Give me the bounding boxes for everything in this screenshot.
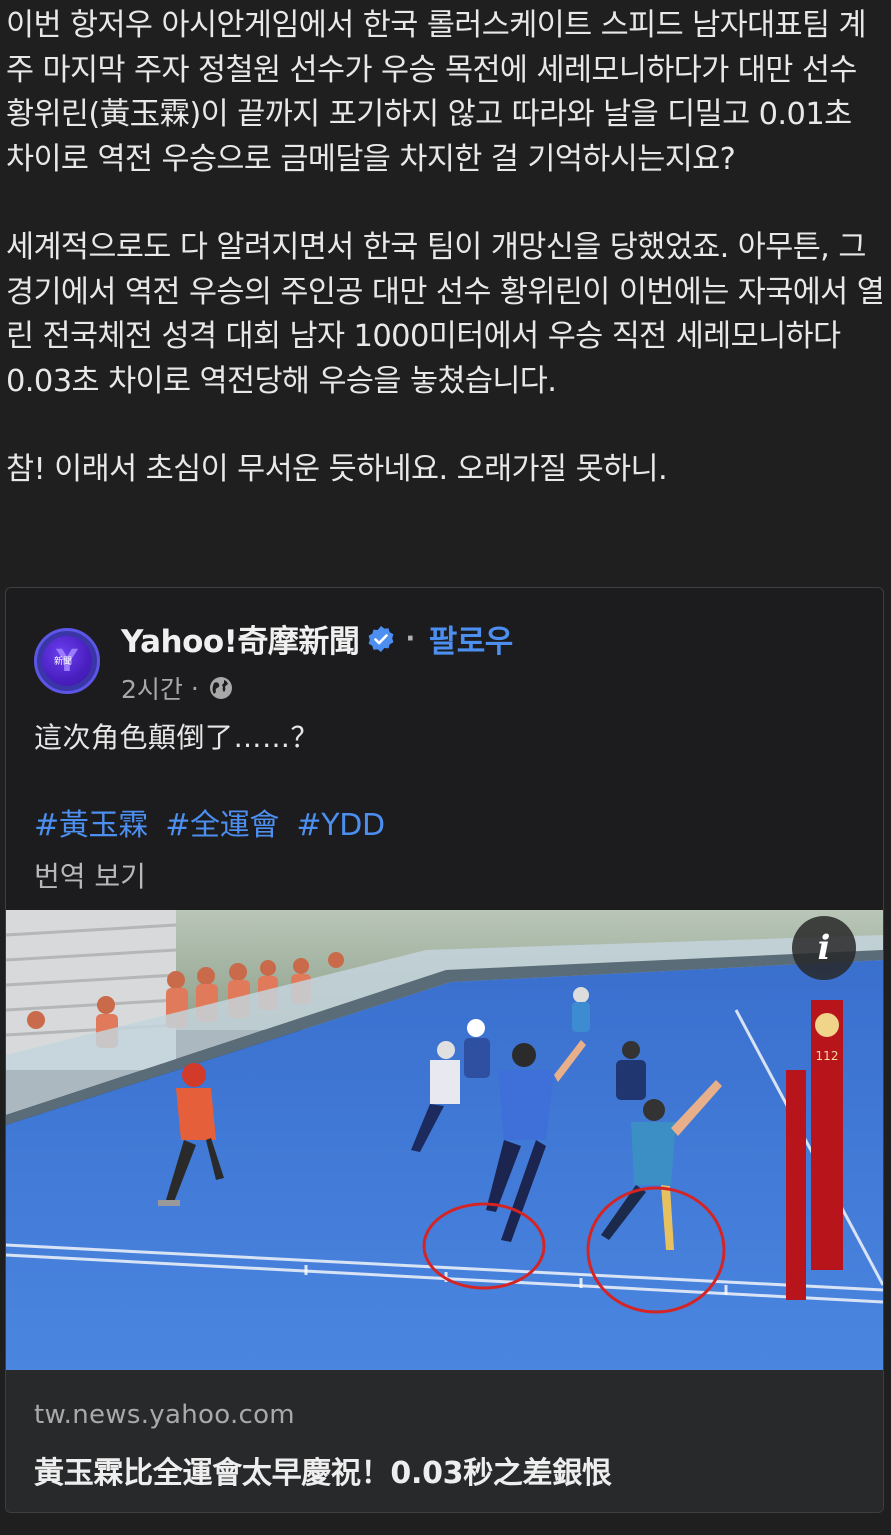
hashtag-link[interactable]: #YDD bbox=[296, 808, 385, 843]
globe-icon bbox=[209, 677, 232, 699]
post-meta: 2시간 · bbox=[121, 670, 235, 706]
page-name[interactable]: Yahoo!奇摩新聞 bbox=[121, 616, 360, 661]
hashtag-link[interactable]: #黃玉霖 bbox=[34, 808, 148, 843]
banner-text: 112 bbox=[816, 1049, 839, 1063]
link-title[interactable]: 黃玉霖比全運會太早慶祝！0.03秒之差銀恨 bbox=[34, 1448, 612, 1492]
post-paragraph: 이번 항저우 아시안게임에서 한국 롤러스케이트 스피드 남자대표팀 계주 마지… bbox=[6, 8, 867, 177]
follow-button[interactable]: 팔로우 bbox=[429, 616, 514, 661]
post-caption: 這次角色顛倒了……？ bbox=[34, 721, 320, 754]
hashtag-list: #黃玉霖 #全運會 #YDD bbox=[34, 800, 393, 844]
race-photo[interactable]: 112 bbox=[6, 910, 883, 1370]
post-paragraph: 참! 이래서 초심이 무서운 듯하네요. 오래가질 못하니. bbox=[6, 452, 668, 487]
post-paragraph: 세계적으로도 다 알려지면서 한국 팀이 개망신을 당했었죠. 아무튼, 그 경… bbox=[6, 230, 885, 399]
post-body: 이번 항저우 아시안게임에서 한국 롤러스케이트 스피드 남자대표팀 계주 마지… bbox=[6, 4, 886, 493]
post-time[interactable]: 2시간 bbox=[121, 670, 183, 706]
page-header: Yahoo!奇摩新聞 · 팔로우 bbox=[121, 616, 513, 661]
see-translation-link[interactable]: 번역 보기 bbox=[34, 855, 146, 895]
link-preview[interactable]: tw.news.yahoo.com 黃玉霖比全運會太早慶祝！0.03秒之差銀恨 bbox=[6, 1370, 883, 1512]
verified-badge-icon bbox=[368, 625, 394, 652]
separator-dot: · bbox=[190, 673, 199, 703]
hashtag-link[interactable]: #全運會 bbox=[165, 808, 279, 843]
page-avatar[interactable]: Y 新聞 bbox=[34, 628, 100, 694]
separator-dot: · bbox=[405, 623, 415, 654]
shared-post-card[interactable]: Y 新聞 Yahoo!奇摩新聞 · 팔로우 2시간 · 這次角色顛倒了……？ #… bbox=[5, 587, 884, 1513]
link-domain: tw.news.yahoo.com bbox=[34, 1400, 295, 1430]
info-icon[interactable]: i bbox=[792, 916, 856, 980]
yahoo-logo-icon: Y 新聞 bbox=[42, 636, 92, 686]
